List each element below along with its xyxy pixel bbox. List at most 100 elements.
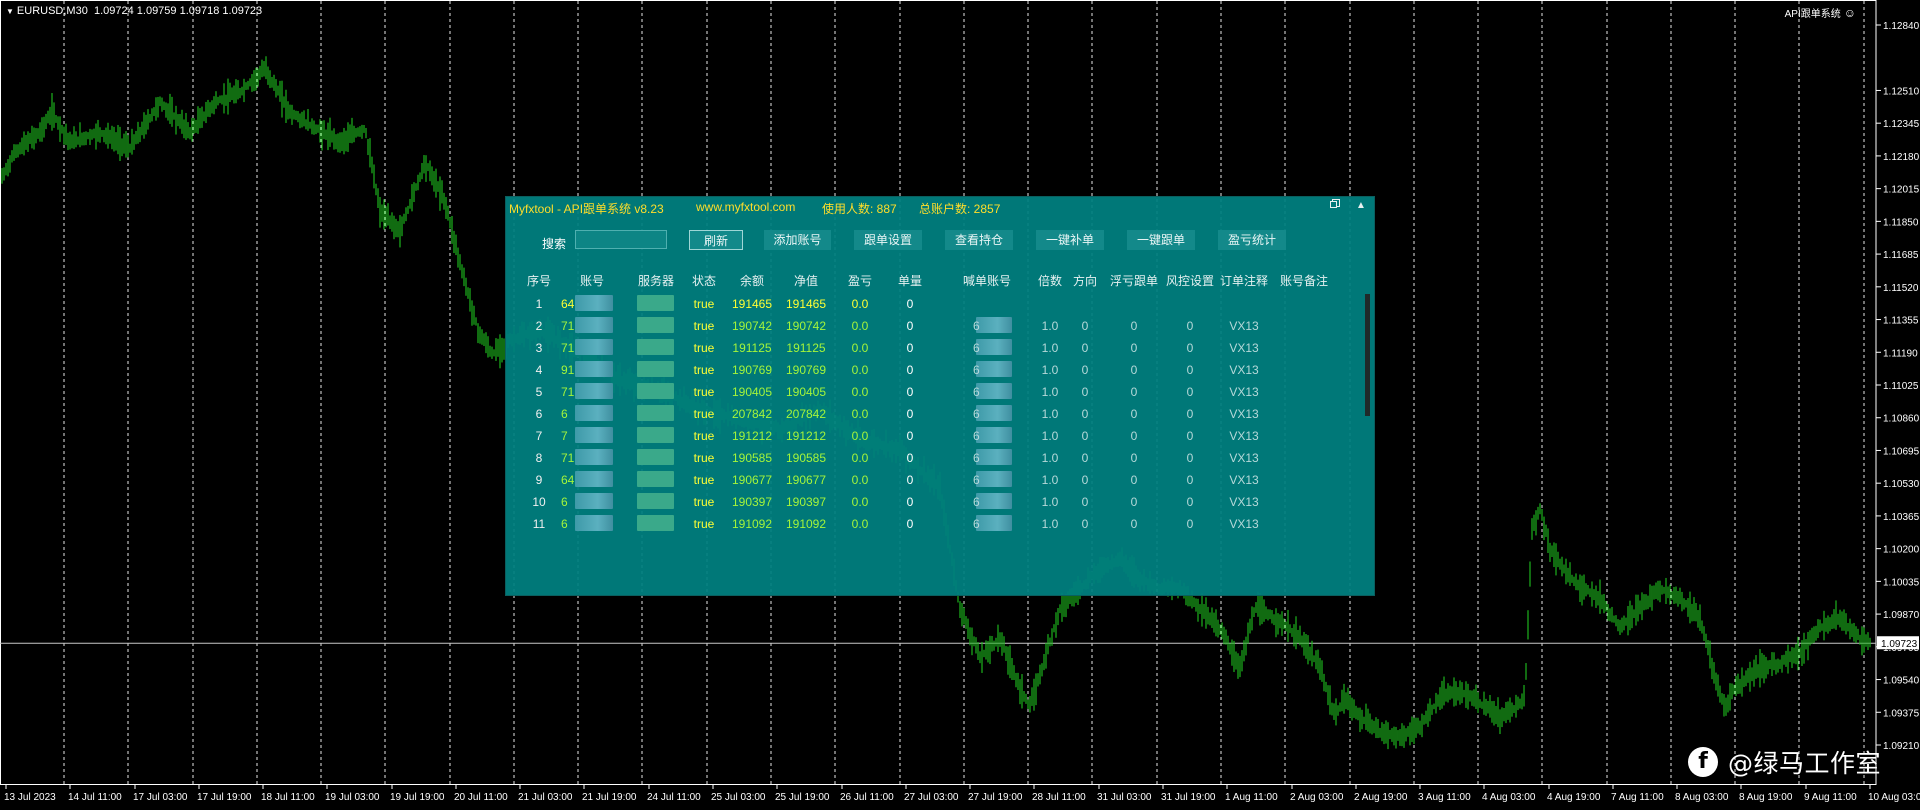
header-col-multiplier[interactable]: 倍数: [1038, 272, 1062, 289]
cell-signal-account: 6: [973, 451, 980, 465]
header-col-direction[interactable]: 方向: [1073, 272, 1097, 289]
cell-orders: 0: [906, 451, 914, 465]
follow-settings-button[interactable]: 跟单设置: [854, 230, 922, 250]
time-label: 1 Aug 11:00: [1225, 792, 1278, 803]
cell-balance: 191212: [731, 429, 773, 443]
header-col-pnl[interactable]: 盈亏: [848, 272, 872, 289]
price-label: 1.12015: [1883, 185, 1920, 196]
cell-orders: 0: [906, 297, 914, 311]
cell-index: 5: [535, 385, 543, 399]
pnl-stats-button[interactable]: 盈亏统计: [1218, 230, 1286, 250]
cell-signal-account: 6: [973, 429, 980, 443]
masked-server: [637, 405, 674, 421]
cell-direction: 0: [1081, 407, 1089, 421]
cell-direction: 0: [1081, 341, 1089, 355]
time-label: 25 Jul 19:00: [775, 792, 830, 803]
cell-index: 1: [535, 297, 543, 311]
expert-advisor-label[interactable]: API跟单系统 ☺: [1785, 5, 1856, 20]
header-col-account-note[interactable]: 账号备注: [1280, 272, 1328, 289]
time-label: 24 Jul 11:00: [647, 792, 701, 803]
users-count: 使用人数: 887: [822, 202, 897, 216]
symbol-name: EURUSD,M30: [16, 5, 88, 17]
price-label: 1.11025: [1883, 381, 1919, 392]
masked-account: [575, 295, 613, 311]
header-col-risk-settings[interactable]: 风控设置: [1166, 272, 1214, 289]
masked-signal-account: [976, 515, 1012, 531]
restore-window-icon[interactable]: [1328, 199, 1342, 213]
cell-direction: 0: [1081, 473, 1089, 487]
price-label: 1.12345: [1883, 119, 1920, 130]
cell-float-follow: 0: [1130, 517, 1138, 531]
cell-index: 10: [532, 495, 546, 509]
cell-balance: 190769: [731, 363, 773, 377]
cell-account: 64: [561, 473, 575, 487]
cell-pnl: 0.0: [851, 429, 869, 443]
table-row[interactable]: [505, 293, 1365, 315]
cell-equity: 191092: [785, 517, 827, 531]
cell-status: true: [693, 319, 715, 333]
cell-direction: 0: [1081, 451, 1089, 465]
cell-index: 8: [535, 451, 543, 465]
masked-signal-account: [976, 405, 1012, 421]
cell-status: true: [693, 341, 715, 355]
cell-multiplier: 1.0: [1041, 473, 1059, 487]
header-col-signal-account[interactable]: 喊单账号: [963, 272, 1011, 289]
cell-signal-account: 6: [973, 407, 980, 421]
refresh-button[interactable]: 刷新: [689, 230, 743, 250]
cell-account: 71: [561, 341, 575, 355]
cell-pnl: 0.0: [851, 385, 869, 399]
cell-balance: 190585: [731, 451, 773, 465]
cell-status: true: [693, 473, 715, 487]
cell-status: true: [693, 517, 715, 531]
cell-orders: 0: [906, 407, 914, 421]
collapse-arrow-icon[interactable]: ▲: [1354, 199, 1368, 213]
one-click-follow-button[interactable]: 一键跟单: [1127, 230, 1195, 250]
header-col-order-comment[interactable]: 订单注释: [1220, 272, 1268, 289]
cell-risk: 0: [1186, 517, 1194, 531]
accounts-count: 总账户数: 2857: [919, 202, 1001, 216]
watermark: f @绿马工作室: [1688, 743, 1881, 781]
cell-orders: 0: [906, 473, 914, 487]
one-click-makeup-button[interactable]: 一键补单: [1036, 230, 1104, 250]
cell-multiplier: 1.0: [1041, 385, 1059, 399]
cell-status: true: [693, 363, 715, 377]
time-label: 3 Aug 11:00: [1418, 792, 1471, 803]
cell-index: 4: [535, 363, 543, 377]
view-holdings-button[interactable]: 查看持仓: [945, 230, 1013, 250]
time-label: 2 Aug 03:00: [1290, 792, 1344, 803]
table-scrollbar[interactable]: [1365, 294, 1370, 416]
time-label: 8 Aug 19:00: [1739, 792, 1793, 803]
cell-equity: 190769: [785, 363, 827, 377]
cell-direction: 0: [1081, 363, 1089, 377]
add-account-button[interactable]: 添加账号: [764, 230, 831, 250]
time-label: 13 Jul 2023: [4, 792, 56, 803]
header-col-server[interactable]: 服务器: [638, 272, 674, 289]
cell-risk: 0: [1186, 319, 1194, 333]
cell-risk: 0: [1186, 363, 1194, 377]
cell-order-comment: VX13: [1229, 341, 1259, 355]
header-col-float-follow[interactable]: 浮亏跟单: [1110, 272, 1158, 289]
cell-order-comment: VX13: [1229, 407, 1259, 421]
cell-multiplier: 1.0: [1041, 451, 1059, 465]
cell-index: 9: [535, 473, 543, 487]
time-label: 18 Jul 11:00: [261, 792, 315, 803]
cell-signal-account: 6: [973, 341, 980, 355]
search-input[interactable]: [575, 230, 667, 249]
header-col-account[interactable]: 账号: [580, 272, 604, 289]
header-col-status[interactable]: 状态: [692, 272, 716, 289]
panel-header: Myfxtool - API跟单系统 v8.23 www.myfxtool.co…: [505, 196, 1375, 216]
cell-order-comment: VX13: [1229, 363, 1259, 377]
cell-pnl: 0.0: [851, 319, 869, 333]
time-label: 19 Jul 03:00: [325, 792, 380, 803]
header-col-balance[interactable]: 余额: [740, 272, 764, 289]
cell-account: 71: [561, 451, 575, 465]
cell-float-follow: 0: [1130, 385, 1138, 399]
time-label: 14 Jul 11:00: [68, 792, 122, 803]
cell-index: 11: [532, 517, 546, 531]
header-col-orders[interactable]: 单量: [898, 272, 922, 289]
header-col-index[interactable]: 序号: [527, 272, 551, 289]
header-col-equity[interactable]: 净值: [794, 272, 818, 289]
time-label: 19 Jul 19:00: [390, 792, 445, 803]
time-label: 17 Jul 19:00: [197, 792, 252, 803]
price-label: 1.12180: [1883, 152, 1920, 163]
